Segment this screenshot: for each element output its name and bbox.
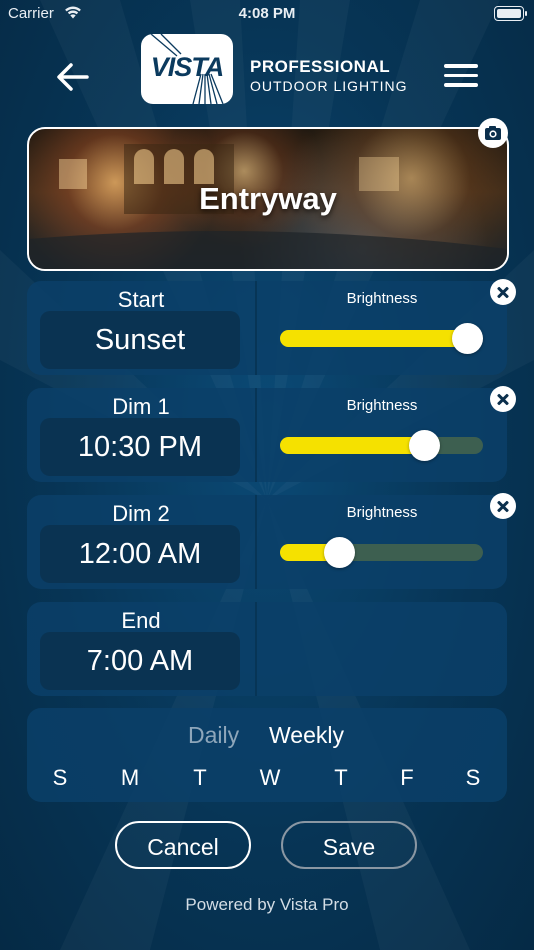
brightness-label: Brightness bbox=[346, 290, 418, 307]
back-arrow-icon bbox=[57, 63, 89, 91]
end-time-value: 7:00 AM bbox=[86, 645, 194, 677]
brightness-slider-start[interactable] bbox=[280, 323, 483, 354]
save-button[interactable]: Save bbox=[281, 821, 417, 869]
zone-photo: Entryway bbox=[27, 127, 509, 271]
day-saturday[interactable]: S bbox=[458, 765, 488, 791]
brand-tagline: PROFESSIONAL OUTDOOR LIGHTING bbox=[250, 57, 408, 94]
slider-handle[interactable] bbox=[409, 430, 441, 461]
slider-handle[interactable] bbox=[323, 537, 355, 568]
status-bar: Carrier 4:08 PM bbox=[0, 0, 534, 28]
start-time-value: Sunset bbox=[94, 324, 186, 356]
remove-start-button[interactable] bbox=[490, 279, 516, 305]
brightness-label: Brightness bbox=[346, 504, 418, 521]
dim1-time-picker[interactable]: 10:30 PM bbox=[40, 418, 240, 476]
day-sunday[interactable]: S bbox=[45, 765, 75, 791]
start-time-picker[interactable]: Sunset bbox=[40, 311, 240, 369]
weekly-option[interactable]: Weekly bbox=[269, 722, 344, 749]
schedule-row-start: Start Sunset Brightness bbox=[27, 281, 507, 375]
row-label: Dim 1 bbox=[112, 394, 170, 419]
dim1-time-value: 10:30 PM bbox=[77, 431, 203, 463]
menu-button[interactable] bbox=[444, 64, 478, 90]
brightness-slider-dim2[interactable] bbox=[280, 537, 483, 568]
remove-dim1-button[interactable] bbox=[490, 386, 516, 412]
day-friday[interactable]: F bbox=[392, 765, 422, 791]
day-thursday[interactable]: T bbox=[326, 765, 356, 791]
dim2-time-value: 12:00 AM bbox=[78, 538, 202, 570]
vista-logo: VISTA bbox=[141, 34, 233, 104]
zone-title: Entryway bbox=[199, 181, 337, 216]
schedule-row-dim2: Dim 2 12:00 AM Brightness bbox=[27, 495, 507, 589]
day-tuesday[interactable]: T bbox=[185, 765, 215, 791]
end-time-picker[interactable]: 7:00 AM bbox=[40, 632, 240, 690]
battery-icon bbox=[494, 6, 527, 21]
row-label: Dim 2 bbox=[112, 501, 170, 526]
slider-fill bbox=[280, 330, 467, 347]
brand-line-1: PROFESSIONAL bbox=[250, 57, 391, 76]
hamburger-icon bbox=[444, 64, 478, 68]
logo-text: VISTA bbox=[150, 52, 225, 82]
clock: 4:08 PM bbox=[238, 5, 296, 22]
back-button[interactable] bbox=[55, 60, 91, 94]
powered-by-label: Powered by Vista Pro bbox=[185, 895, 349, 914]
slider-handle[interactable] bbox=[451, 323, 483, 354]
cancel-button[interactable]: Cancel bbox=[115, 821, 251, 869]
brightness-slider-dim1[interactable] bbox=[280, 430, 483, 461]
row-label: Start bbox=[117, 287, 165, 312]
row-divider bbox=[255, 602, 257, 696]
brand-line-2: OUTDOOR LIGHTING bbox=[250, 78, 408, 94]
remove-dim2-button[interactable] bbox=[490, 493, 516, 519]
change-photo-button[interactable] bbox=[478, 118, 508, 148]
daily-option[interactable]: Daily bbox=[188, 722, 239, 749]
day-monday[interactable]: M bbox=[115, 765, 145, 791]
schedule-row-end: End 7:00 AM bbox=[27, 602, 507, 696]
row-label: End bbox=[121, 608, 161, 633]
brightness-label: Brightness bbox=[346, 397, 418, 414]
recurrence-panel: Daily Weekly S M T W T F S bbox=[27, 708, 507, 802]
slider-fill bbox=[280, 437, 425, 454]
camera-icon bbox=[485, 126, 501, 140]
dim2-time-picker[interactable]: 12:00 AM bbox=[40, 525, 240, 583]
day-wednesday[interactable]: W bbox=[255, 765, 285, 791]
schedule-row-dim1: Dim 1 10:30 PM Brightness bbox=[27, 388, 507, 482]
